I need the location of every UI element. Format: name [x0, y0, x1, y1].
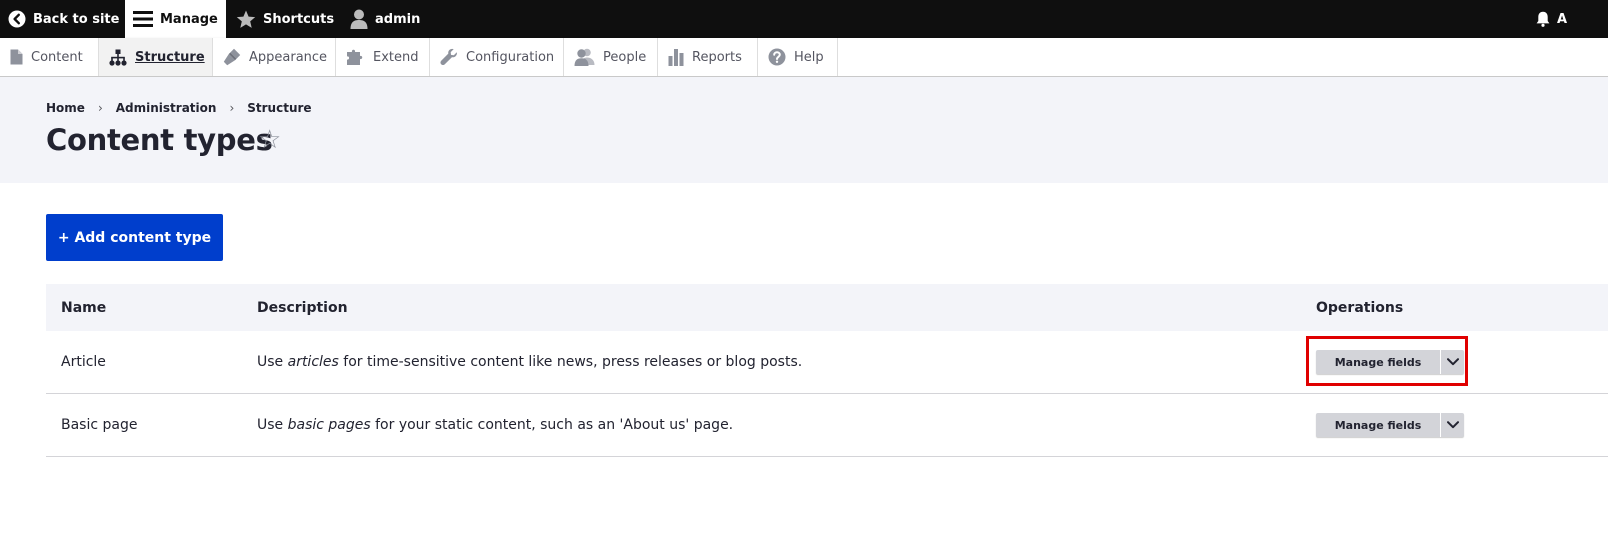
tray-item-label: Extend	[373, 49, 419, 65]
description-text: Use	[257, 417, 288, 433]
tray-item-structure[interactable]: Structure	[99, 38, 213, 76]
page-title: Content types	[46, 123, 273, 157]
shortcuts-tab[interactable]: Shortcuts	[226, 0, 340, 38]
breadcrumb-administration[interactable]: Administration	[116, 101, 217, 115]
tray-item-content[interactable]: Content	[0, 38, 99, 76]
sitemap-icon	[109, 49, 127, 66]
toolbar-right-label: A	[1557, 11, 1568, 27]
operations-cell: Manage fields	[1316, 394, 1464, 456]
back-to-site-label: Back to site	[33, 11, 120, 27]
back-arrow-icon	[8, 10, 26, 28]
bell-icon	[1536, 11, 1550, 27]
content-type-description: Use basic pages for your static content,…	[257, 394, 733, 456]
user-tab[interactable]: admin	[340, 0, 440, 38]
add-content-type-button[interactable]: + Add content type	[46, 214, 223, 261]
operations-dropbutton: Manage fields	[1316, 413, 1464, 437]
admin-toolbar: Back to site Manage Shortcuts admin A	[0, 0, 1608, 38]
star-icon	[236, 10, 256, 29]
file-icon	[10, 49, 23, 65]
content-types-table: Name Description Operations Article Use …	[46, 284, 1608, 457]
add-shortcut-star-icon[interactable]: ☆	[258, 125, 281, 155]
breadcrumb-separator: ›	[229, 101, 235, 115]
tray-item-label: People	[603, 49, 647, 65]
chevron-down-icon	[1446, 417, 1459, 433]
column-header-description: Description	[257, 299, 348, 316]
page-header: Home › Administration › Structure Conten…	[0, 77, 1608, 183]
tray-item-configuration[interactable]: Configuration	[430, 38, 564, 76]
manage-label: Manage	[160, 11, 218, 27]
tray-item-appearance[interactable]: Appearance	[213, 38, 336, 76]
breadcrumb-separator: ›	[97, 101, 103, 115]
tray-item-help[interactable]: Help	[758, 38, 838, 76]
admin-tray: Content Structure Appearance Extend Conf…	[0, 38, 1608, 77]
tray-item-people[interactable]: People	[564, 38, 658, 76]
breadcrumb-structure[interactable]: Structure	[247, 101, 311, 115]
wrench-icon	[440, 48, 458, 66]
tray-item-label: Help	[794, 49, 824, 65]
table-row: Basic page Use basic pages for your stat…	[46, 394, 1608, 457]
tray-item-reports[interactable]: Reports	[658, 38, 758, 76]
tray-item-label: Content	[31, 49, 83, 65]
people-icon	[574, 48, 595, 66]
manage-tab[interactable]: Manage	[125, 0, 226, 38]
description-text: for time-sensitive content like news, pr…	[338, 354, 803, 370]
content-type-description: Use articles for time-sensitive content …	[257, 331, 802, 393]
breadcrumb: Home › Administration › Structure	[46, 101, 312, 115]
description-text: for your static content, such as an 'Abo…	[370, 417, 734, 433]
dropbutton-toggle[interactable]	[1441, 413, 1464, 437]
user-label: admin	[375, 11, 421, 27]
hamburger-menu-icon	[133, 10, 153, 28]
brush-icon	[223, 48, 241, 66]
tray-item-label: Reports	[692, 49, 742, 65]
shortcuts-label: Shortcuts	[263, 11, 335, 27]
description-text: Use	[257, 354, 288, 370]
tray-item-label: Appearance	[249, 49, 328, 65]
bar-chart-icon	[668, 48, 684, 66]
tray-item-label: Configuration	[466, 49, 555, 65]
description-emphasis: basic pages	[287, 417, 371, 433]
description-emphasis: articles	[287, 354, 339, 370]
help-icon	[768, 48, 786, 66]
table-row: Article Use articles for time-sensitive …	[46, 331, 1608, 394]
table-header: Name Description Operations	[46, 284, 1608, 331]
content-type-name: Basic page	[61, 417, 138, 433]
breadcrumb-home[interactable]: Home	[46, 101, 85, 115]
manage-fields-button[interactable]: Manage fields	[1316, 413, 1441, 437]
back-to-site-link[interactable]: Back to site	[0, 0, 125, 38]
tray-item-label: Structure	[135, 49, 205, 65]
column-header-name: Name	[61, 299, 107, 316]
column-header-operations: Operations	[1316, 299, 1404, 316]
announcements-tab[interactable]: A	[1530, 0, 1608, 38]
user-icon	[350, 9, 368, 29]
puzzle-icon	[346, 48, 365, 66]
tray-item-extend[interactable]: Extend	[336, 38, 430, 76]
content-type-name: Article	[61, 354, 106, 370]
highlight-box	[1306, 336, 1468, 386]
